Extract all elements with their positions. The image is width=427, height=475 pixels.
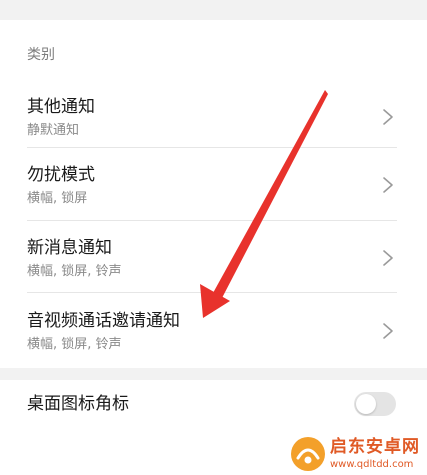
watermark-logo-icon: [291, 437, 325, 471]
chevron-right-icon: [383, 109, 393, 125]
row-subtitle: 横幅, 锁屏, 铃声: [27, 337, 122, 352]
row-title: 勿扰模式: [27, 165, 95, 185]
notification-category-do-not-disturb[interactable]: 勿扰模式 横幅, 锁屏: [0, 148, 427, 220]
watermark-name: 启东安卓网: [330, 437, 420, 457]
chevron-right-icon: [383, 323, 393, 339]
row-title: 其他通知: [27, 97, 95, 117]
chevron-right-icon: [383, 250, 393, 266]
row-subtitle: 横幅, 锁屏, 铃声: [27, 264, 122, 279]
notification-category-other[interactable]: 其他通知 静默通知: [0, 80, 427, 152]
toggle-row-title: 桌面图标角标: [27, 394, 129, 414]
notification-category-av-call-invite[interactable]: 音视频通话邀请通知 横幅, 锁屏, 铃声: [0, 294, 427, 366]
desktop-icon-badge-setting: 桌面图标角标: [0, 380, 427, 430]
notification-category-new-message[interactable]: 新消息通知 横幅, 锁屏, 铃声: [0, 221, 427, 293]
section-spacer-band: [0, 368, 427, 380]
top-spacer-band: [0, 0, 427, 20]
row-divider: [27, 292, 397, 293]
site-watermark: 启东安卓网 www.qdltdd.com: [288, 434, 427, 475]
toggle-knob: [356, 394, 376, 414]
section-label-category: 类别: [27, 47, 55, 63]
chevron-right-icon: [383, 177, 393, 193]
row-title: 音视频通话邀请通知: [27, 311, 180, 331]
row-title: 新消息通知: [27, 238, 112, 258]
watermark-url: www.qdltdd.com: [330, 459, 414, 470]
row-subtitle: 横幅, 锁屏: [27, 191, 88, 206]
badge-toggle-switch[interactable]: [354, 392, 396, 416]
row-subtitle: 静默通知: [27, 123, 80, 138]
